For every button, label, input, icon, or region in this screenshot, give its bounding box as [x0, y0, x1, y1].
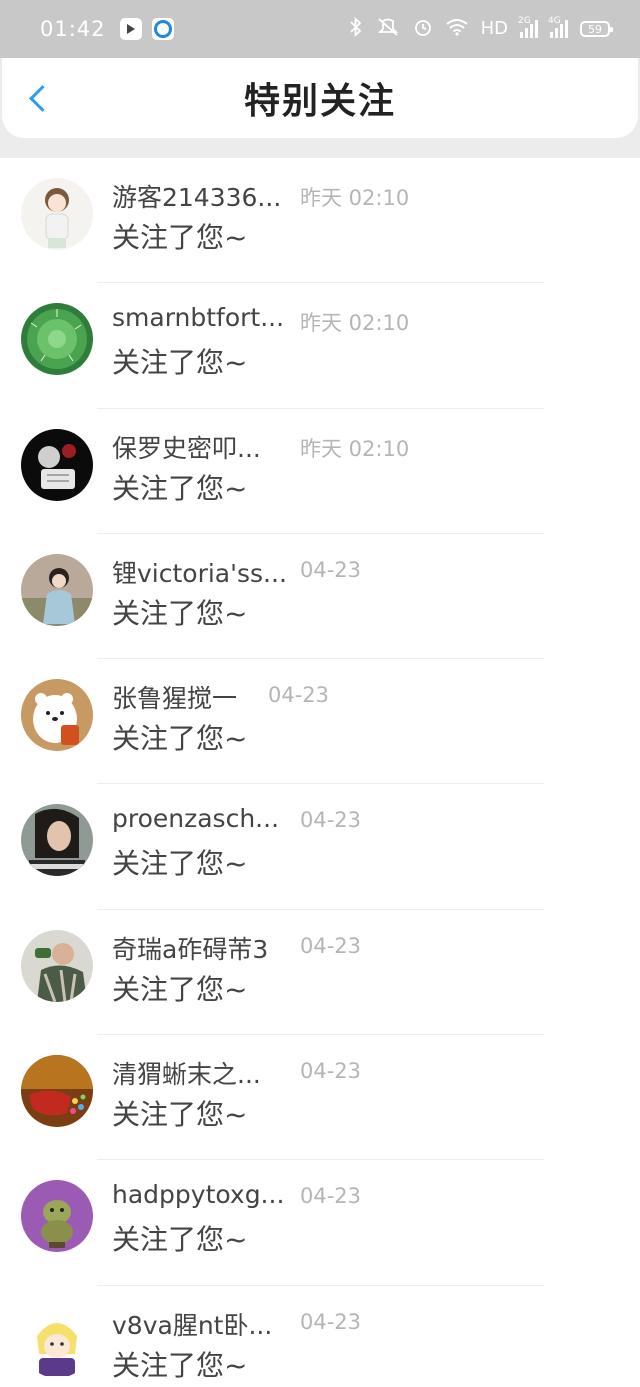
item-time: 04-23 — [300, 1059, 362, 1084]
signal-icon-2: 4G — [548, 16, 568, 38]
item-action: 关注了您~ — [112, 1348, 248, 1382]
item-name: hadppytoxg... — [112, 1180, 285, 1210]
item-time: 04-23 — [300, 557, 362, 582]
signal-icon-1: 2G — [518, 16, 538, 38]
header-area: 特别关注 — [0, 58, 640, 158]
header: 特别关注 — [2, 58, 638, 138]
item-action: 关注了您~ — [112, 1223, 248, 1257]
signal-2-label: 4G — [548, 16, 561, 26]
bluetooth-icon — [349, 16, 363, 41]
battery-icon: 59 — [580, 21, 613, 37]
item-name: proenzasch... — [112, 804, 280, 834]
item-time: 04-23 — [300, 933, 362, 958]
avatar[interactable] — [21, 553, 93, 626]
signal-1-label: 2G — [518, 16, 531, 26]
alarm-icon — [413, 17, 433, 41]
list-item[interactable]: 游客214336... 昨天 02:10 关注了您~ — [0, 158, 640, 284]
avatar[interactable] — [21, 178, 93, 250]
avatar[interactable] — [21, 1055, 93, 1128]
item-name: 清猬蜥末之... — [112, 1060, 261, 1090]
item-time: 04-23 — [268, 683, 330, 708]
list-item[interactable]: 锂victoria'ss... 04-23 关注了您~ — [0, 534, 640, 660]
item-name: 游客214336... — [112, 183, 282, 212]
list-item[interactable]: v8va腥nt卧... 04-23 关注了您~ — [0, 1286, 640, 1387]
list-item[interactable]: hadppytoxg... 04-23 关注了您~ — [0, 1160, 640, 1286]
status-time: 01:42 — [40, 17, 106, 41]
status-bar: 01:42 HD 2G 4G 59 — [0, 0, 640, 58]
item-action: 关注了您~ — [112, 596, 248, 630]
mute-icon — [375, 17, 401, 41]
avatar[interactable] — [21, 1305, 93, 1378]
item-name: v8va腥nt卧... — [112, 1310, 273, 1340]
avatar[interactable] — [21, 679, 93, 752]
item-name: 张鲁猩搅一 — [112, 684, 238, 714]
item-action: 关注了您~ — [112, 471, 248, 505]
list-item[interactable]: smarnbtfort... 昨天 02:10 关注了您~ — [0, 283, 640, 409]
item-action: 关注了您~ — [112, 972, 248, 1006]
item-time: 昨天 02:10 — [300, 436, 410, 461]
avatar[interactable] — [21, 804, 93, 877]
wifi-icon — [445, 18, 469, 40]
status-icons: HD 2G 4G 59 — [349, 16, 613, 41]
page-title: 特别关注 — [243, 81, 396, 122]
item-time: 昨天 02:10 — [300, 186, 410, 210]
follow-list: 游客214336... 昨天 02:10 关注了您~ smarnbtfort..… — [0, 158, 640, 1387]
item-time: 04-23 — [300, 1184, 362, 1209]
app-notification-icon — [119, 18, 142, 40]
list-item[interactable]: 清猬蜥末之... 04-23 关注了您~ — [0, 1035, 640, 1161]
item-name: smarnbtfort... — [112, 303, 285, 333]
avatar[interactable] — [21, 1180, 93, 1253]
back-button[interactable] — [16, 76, 60, 120]
item-name: 锂victoria'ss... — [112, 558, 287, 588]
item-action: 关注了您~ — [112, 847, 248, 881]
item-time: 昨天 02:10 — [300, 311, 410, 336]
browser-notification-icon — [151, 18, 174, 40]
item-time: 04-23 — [300, 808, 362, 833]
list-item[interactable]: proenzasch... 04-23 关注了您~ — [0, 784, 640, 910]
list-item[interactable]: 张鲁猩搅一 04-23 关注了您~ — [0, 659, 640, 785]
avatar[interactable] — [21, 428, 93, 501]
item-action: 关注了您~ — [112, 1098, 248, 1132]
avatar[interactable] — [21, 929, 93, 1002]
hd-label: HD — [480, 18, 508, 39]
item-name: 保罗史密叩... — [112, 433, 261, 463]
list-item[interactable]: 保罗史密叩... 昨天 02:10 关注了您~ — [0, 409, 640, 534]
item-time: 04-23 — [300, 1309, 362, 1334]
list-item[interactable]: 奇瑞a砟碍芾3 04-23 关注了您~ — [0, 910, 640, 1036]
avatar[interactable] — [21, 303, 93, 376]
item-action: 关注了您~ — [112, 722, 248, 756]
item-action: 关注了您~ — [112, 221, 248, 254]
item-name: 奇瑞a砟碍芾3 — [112, 934, 269, 964]
item-action: 关注了您~ — [112, 346, 248, 380]
